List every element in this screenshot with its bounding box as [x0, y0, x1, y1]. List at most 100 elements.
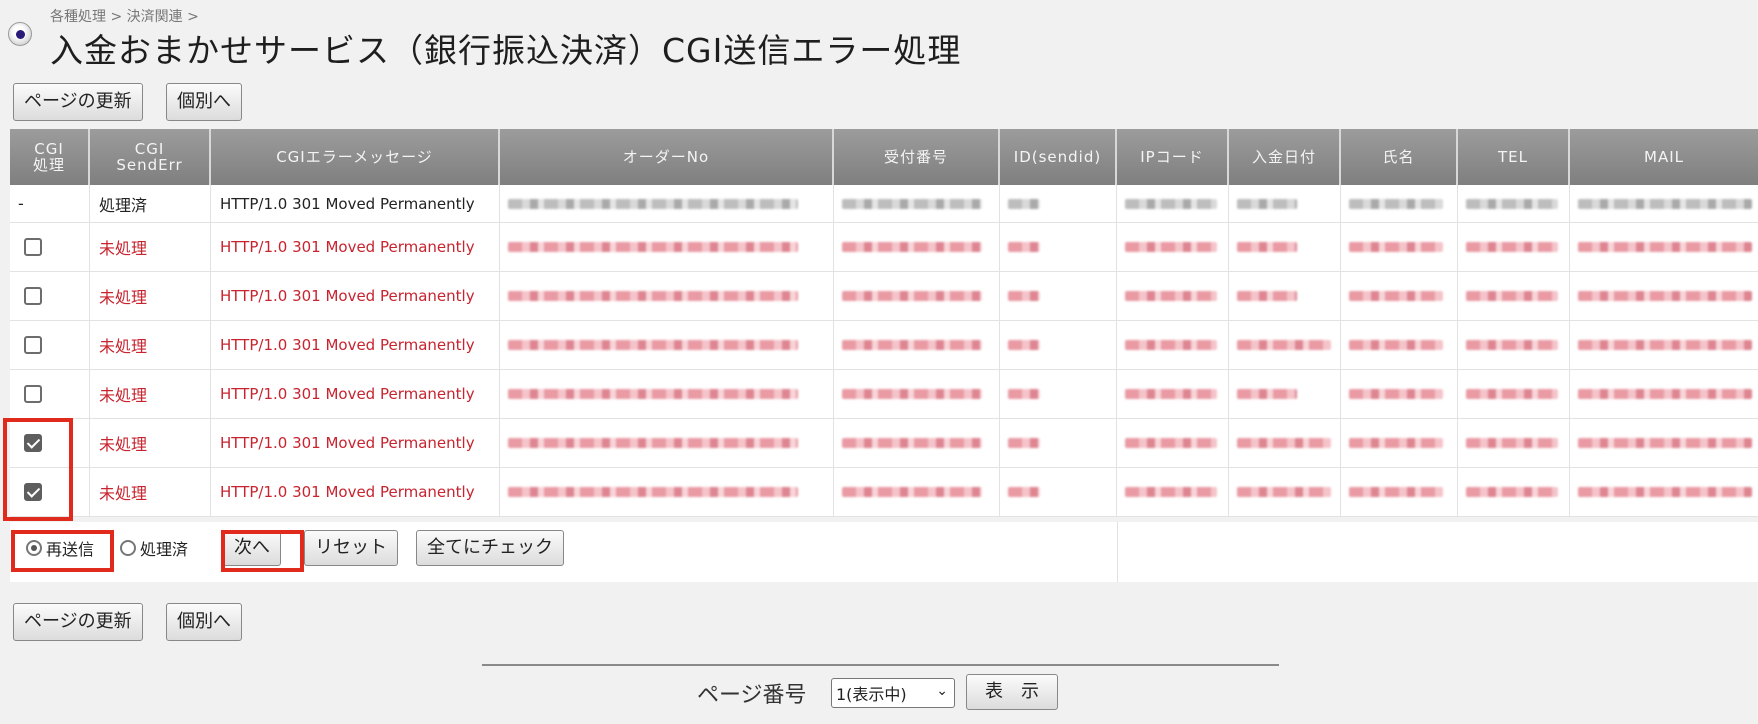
- row-checkbox[interactable]: [24, 483, 42, 501]
- cell-redacted: [1117, 321, 1229, 369]
- redacted-value: [1008, 487, 1040, 497]
- error-message-text: HTTP/1.0 301 Moved Permanently: [220, 238, 475, 256]
- redacted-value: [842, 438, 982, 448]
- cell-redacted: [1000, 419, 1117, 467]
- cell-senderr-status: 未処理: [90, 468, 211, 516]
- check-all-button[interactable]: 全てにチェック: [416, 530, 564, 566]
- table-row: 未処理 HTTP/1.0 301 Moved Permanently: [10, 272, 1758, 321]
- cell-cgi-process: [10, 272, 90, 320]
- cell-redacted: [1229, 223, 1341, 271]
- cell-redacted: [834, 185, 1000, 222]
- cell-senderr-status: 処理済: [90, 185, 211, 222]
- row-checkbox[interactable]: [24, 287, 42, 305]
- table-row: 未処理 HTTP/1.0 301 Moved Permanently: [10, 419, 1758, 468]
- redacted-value: [1349, 340, 1443, 350]
- reset-button[interactable]: リセット: [304, 530, 398, 566]
- show-button[interactable]: 表 示: [966, 674, 1058, 710]
- page-select[interactable]: 1(表示中) ⌄: [831, 678, 955, 708]
- divider: [482, 664, 1279, 666]
- redacted-value: [1237, 438, 1331, 448]
- cell-redacted: [1117, 272, 1229, 320]
- status-text: 未処理: [99, 435, 148, 454]
- cell-cgi-process: -: [10, 185, 90, 222]
- status-text: 未処理: [99, 288, 148, 307]
- cell-redacted: [1117, 419, 1229, 467]
- cell-redacted: [1570, 223, 1758, 271]
- cell-redacted: [1341, 223, 1458, 271]
- redacted-value: [1237, 340, 1331, 350]
- col-cgi-process: CGI 処理: [10, 129, 90, 185]
- cell-redacted: [1458, 272, 1570, 320]
- redacted-value: [1466, 242, 1558, 252]
- table-row: 未処理 HTTP/1.0 301 Moved Permanently: [10, 223, 1758, 272]
- cell-redacted: [1229, 370, 1341, 418]
- cell-redacted: [834, 321, 1000, 369]
- redacted-value: [1578, 487, 1752, 497]
- refresh-page-button-bottom[interactable]: ページの更新: [13, 603, 143, 641]
- individual-button[interactable]: 個別へ: [166, 83, 242, 121]
- redacted-value: [842, 291, 982, 301]
- cell-redacted: [1000, 321, 1117, 369]
- cell-redacted: [1229, 468, 1341, 516]
- row-checkbox[interactable]: [24, 385, 42, 403]
- individual-button-bottom[interactable]: 個別へ: [166, 603, 242, 641]
- radio-processed[interactable]: 処理済: [120, 536, 188, 560]
- redacted-value: [508, 198, 798, 209]
- radio-resend[interactable]: 再送信: [26, 536, 94, 560]
- cell-error-message: HTTP/1.0 301 Moved Permanently: [211, 185, 500, 222]
- cell-redacted: [1458, 370, 1570, 418]
- cell-senderr-status: 未処理: [90, 223, 211, 271]
- redacted-value: [1125, 487, 1217, 497]
- row-checkbox[interactable]: [24, 238, 42, 256]
- redacted-value: [1578, 438, 1752, 448]
- redacted-value: [1578, 340, 1752, 350]
- redacted-value: [1125, 291, 1217, 301]
- col-sendid: ID(sendid): [1000, 129, 1117, 185]
- redacted-value: [1466, 198, 1558, 209]
- redacted-value: [1008, 242, 1040, 252]
- redacted-value: [508, 438, 798, 448]
- redacted-value: [1466, 340, 1558, 350]
- breadcrumb: 各種処理 > 決済関連 >: [50, 9, 199, 25]
- cell-redacted: [834, 419, 1000, 467]
- status-text: 未処理: [99, 337, 148, 356]
- cell-senderr-status: 未処理: [90, 419, 211, 467]
- redacted-value: [1578, 389, 1752, 399]
- table-row: 未処理 HTTP/1.0 301 Moved Permanently: [10, 370, 1758, 419]
- redacted-value: [1237, 291, 1297, 301]
- cell-error-message: HTTP/1.0 301 Moved Permanently: [211, 223, 500, 271]
- redacted-value: [1125, 242, 1217, 252]
- radio-processed-indicator[interactable]: [120, 540, 136, 556]
- cell-redacted: [1570, 468, 1758, 516]
- cell-redacted: [1458, 468, 1570, 516]
- redacted-value: [1578, 242, 1752, 252]
- cell-error-message: HTTP/1.0 301 Moved Permanently: [211, 370, 500, 418]
- radio-bullet-icon: [8, 22, 32, 46]
- cell-redacted: [1341, 468, 1458, 516]
- cell-cgi-process: [10, 370, 90, 418]
- radio-resend-indicator[interactable]: [26, 540, 42, 556]
- redacted-value: [1237, 389, 1297, 399]
- redacted-value: [1466, 291, 1558, 301]
- table-header: CGI 処理 CGI SendErr CGIエラーメッセージ オーダーNo 受付…: [10, 129, 1758, 185]
- page-number-label: ページ番号: [697, 683, 807, 708]
- redacted-value: [1008, 198, 1040, 209]
- redacted-value: [1125, 340, 1217, 350]
- action-row: 再送信 処理済 次へ リセット 全てにチェック: [10, 522, 1758, 582]
- table-row: 未処理 HTTP/1.0 301 Moved Permanently: [10, 321, 1758, 370]
- next-button[interactable]: 次へ: [223, 530, 281, 566]
- cell-redacted: [834, 223, 1000, 271]
- error-message-text: HTTP/1.0 301 Moved Permanently: [220, 194, 475, 213]
- cell-redacted: [500, 185, 834, 222]
- col-cgi-senderr: CGI SendErr: [90, 129, 211, 185]
- table-row: 未処理 HTTP/1.0 301 Moved Permanently: [10, 468, 1758, 517]
- cell-error-message: HTTP/1.0 301 Moved Permanently: [211, 419, 500, 467]
- cell-redacted: [1229, 272, 1341, 320]
- status-text: 未処理: [99, 484, 148, 503]
- row-checkbox[interactable]: [24, 336, 42, 354]
- radio-processed-label: 処理済: [140, 540, 189, 559]
- cell-redacted: [500, 321, 834, 369]
- redacted-value: [1125, 389, 1217, 399]
- refresh-page-button[interactable]: ページの更新: [13, 83, 143, 121]
- row-checkbox[interactable]: [24, 434, 42, 452]
